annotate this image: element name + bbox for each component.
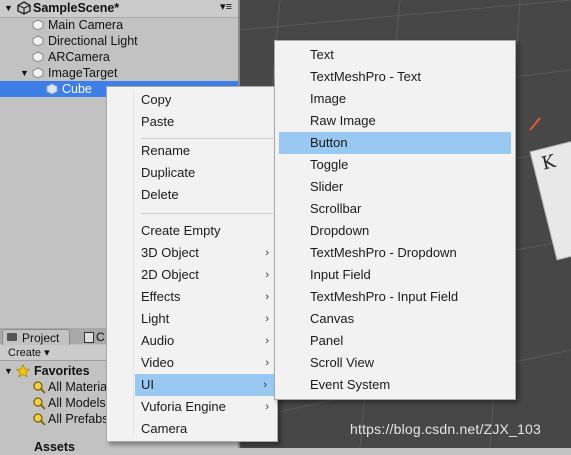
- favorites-label: Favorites: [34, 364, 90, 378]
- favorite-item-label: All Materia: [48, 380, 108, 394]
- gameobject-icon: [32, 51, 44, 63]
- expand-arrow-icon[interactable]: ▼: [4, 366, 13, 376]
- scene-header[interactable]: ▼ SampleScene* ▾≡: [0, 0, 238, 18]
- submenu-arrow-icon: ›: [265, 269, 269, 281]
- menu-item-delete[interactable]: Delete: [135, 184, 277, 206]
- menu-item-vuforia-engine[interactable]: Vuforia Engine ›: [135, 396, 277, 418]
- menu-separator: [141, 138, 273, 139]
- menu-item-2d-object[interactable]: 2D Object ›: [135, 264, 277, 286]
- favorite-item-label: All Prefabs: [48, 412, 109, 426]
- card-letter: K: [539, 151, 558, 175]
- menu-item-label: UI: [141, 377, 154, 392]
- unity-scene-icon: [17, 1, 31, 15]
- hierarchy-item-label: Main Camera: [48, 18, 124, 32]
- submenu-item-raw-image[interactable]: Raw Image: [279, 110, 511, 132]
- search-icon: [33, 397, 46, 410]
- submenu-item-canvas[interactable]: Canvas: [279, 308, 511, 330]
- menu-item-copy[interactable]: Copy: [135, 89, 277, 111]
- gameobject-icon: [32, 19, 44, 31]
- menu-item-paste[interactable]: Paste: [135, 111, 277, 133]
- hierarchy-item-label: Directional Light: [48, 34, 138, 48]
- tab-console-label: C: [96, 330, 105, 344]
- console-icon: [84, 332, 94, 343]
- tab-project[interactable]: Project: [2, 329, 70, 345]
- menu-item-label: Audio: [141, 333, 175, 348]
- menu-item-rename[interactable]: Rename: [135, 140, 277, 162]
- submenu-item-scrollbar[interactable]: Scrollbar: [279, 198, 511, 220]
- folder-icon: [7, 333, 17, 341]
- collapse-arrow-icon[interactable]: ▼: [4, 3, 13, 13]
- context-menu: Copy Paste Rename Duplicate Delete Creat…: [106, 86, 278, 442]
- hierarchy-item-main-camera[interactable]: Main Camera: [0, 17, 238, 33]
- favorite-item-label: All Models: [48, 396, 106, 410]
- submenu-arrow-icon: ›: [263, 379, 267, 391]
- menu-gutter: [133, 90, 134, 436]
- scene-menu-icon[interactable]: ▾≡: [220, 0, 232, 13]
- scene-title: SampleScene*: [33, 1, 120, 15]
- search-icon: [33, 381, 46, 394]
- expand-arrow-icon[interactable]: ▼: [20, 68, 29, 78]
- menu-item-create-empty[interactable]: Create Empty: [135, 220, 277, 242]
- submenu-item-event-system[interactable]: Event System: [279, 374, 511, 396]
- hierarchy-item-label: ImageTarget: [48, 66, 118, 80]
- menu-item-label: Effects: [141, 289, 181, 304]
- watermark-text: https://blog.csdn.net/ZJX_103: [350, 421, 542, 437]
- submenu-item-scroll-view[interactable]: Scroll View: [279, 352, 511, 374]
- star-icon: [16, 364, 30, 378]
- submenu-arrow-icon: ›: [265, 291, 269, 303]
- submenu-item-text[interactable]: Text: [279, 44, 511, 66]
- hierarchy-item-imagetarget[interactable]: ▼ ImageTarget: [0, 65, 238, 81]
- ui-submenu: Text TextMeshPro - Text Image Raw Image …: [274, 40, 516, 400]
- submenu-arrow-icon: ›: [265, 313, 269, 325]
- search-icon: [33, 413, 46, 426]
- submenu-item-textmeshpro-text[interactable]: TextMeshPro - Text: [279, 66, 511, 88]
- submenu-item-textmeshpro-dropdown[interactable]: TextMeshPro - Dropdown: [279, 242, 511, 264]
- menu-item-label: 2D Object: [141, 267, 199, 282]
- submenu-arrow-icon: ›: [265, 357, 269, 369]
- hierarchy-item-label: Cube: [62, 82, 92, 96]
- menu-item-camera[interactable]: Camera: [135, 418, 277, 440]
- submenu-item-button[interactable]: Button: [279, 132, 511, 154]
- menu-item-duplicate[interactable]: Duplicate: [135, 162, 277, 184]
- submenu-arrow-icon: ›: [265, 247, 269, 259]
- submenu-item-slider[interactable]: Slider: [279, 176, 511, 198]
- submenu-arrow-icon: ›: [265, 401, 269, 413]
- menu-item-label: 3D Object: [141, 245, 199, 260]
- menu-item-ui[interactable]: UI ›: [135, 374, 275, 396]
- menu-item-audio[interactable]: Audio ›: [135, 330, 277, 352]
- menu-item-label: Video: [141, 355, 175, 370]
- submenu-item-textmeshpro-input-field[interactable]: TextMeshPro - Input Field: [279, 286, 511, 308]
- menu-separator: [141, 213, 273, 214]
- create-dropdown-button[interactable]: Create ▾: [8, 346, 50, 359]
- submenu-item-panel[interactable]: Panel: [279, 330, 511, 352]
- submenu-item-image[interactable]: Image: [279, 88, 511, 110]
- submenu-item-input-field[interactable]: Input Field: [279, 264, 511, 286]
- menu-item-label: Light: [141, 311, 170, 326]
- submenu-item-toggle[interactable]: Toggle: [279, 154, 511, 176]
- menu-item-effects[interactable]: Effects ›: [135, 286, 277, 308]
- hierarchy-item-directional-light[interactable]: Directional Light: [0, 33, 238, 49]
- menu-item-label: Vuforia Engine: [141, 399, 226, 414]
- hierarchy-item-arcamera[interactable]: ARCamera: [0, 49, 238, 65]
- cube-icon: [46, 83, 58, 95]
- assets-label: Assets: [34, 440, 75, 454]
- submenu-arrow-icon: ›: [265, 335, 269, 347]
- gameobject-icon: [32, 35, 44, 47]
- menu-item-3d-object[interactable]: 3D Object ›: [135, 242, 277, 264]
- menu-item-video[interactable]: Video ›: [135, 352, 277, 374]
- tab-project-label: Project: [22, 331, 60, 345]
- submenu-item-dropdown[interactable]: Dropdown: [279, 220, 511, 242]
- hierarchy-item-label: ARCamera: [48, 50, 110, 64]
- gameobject-icon: [32, 67, 44, 79]
- menu-item-light[interactable]: Light ›: [135, 308, 277, 330]
